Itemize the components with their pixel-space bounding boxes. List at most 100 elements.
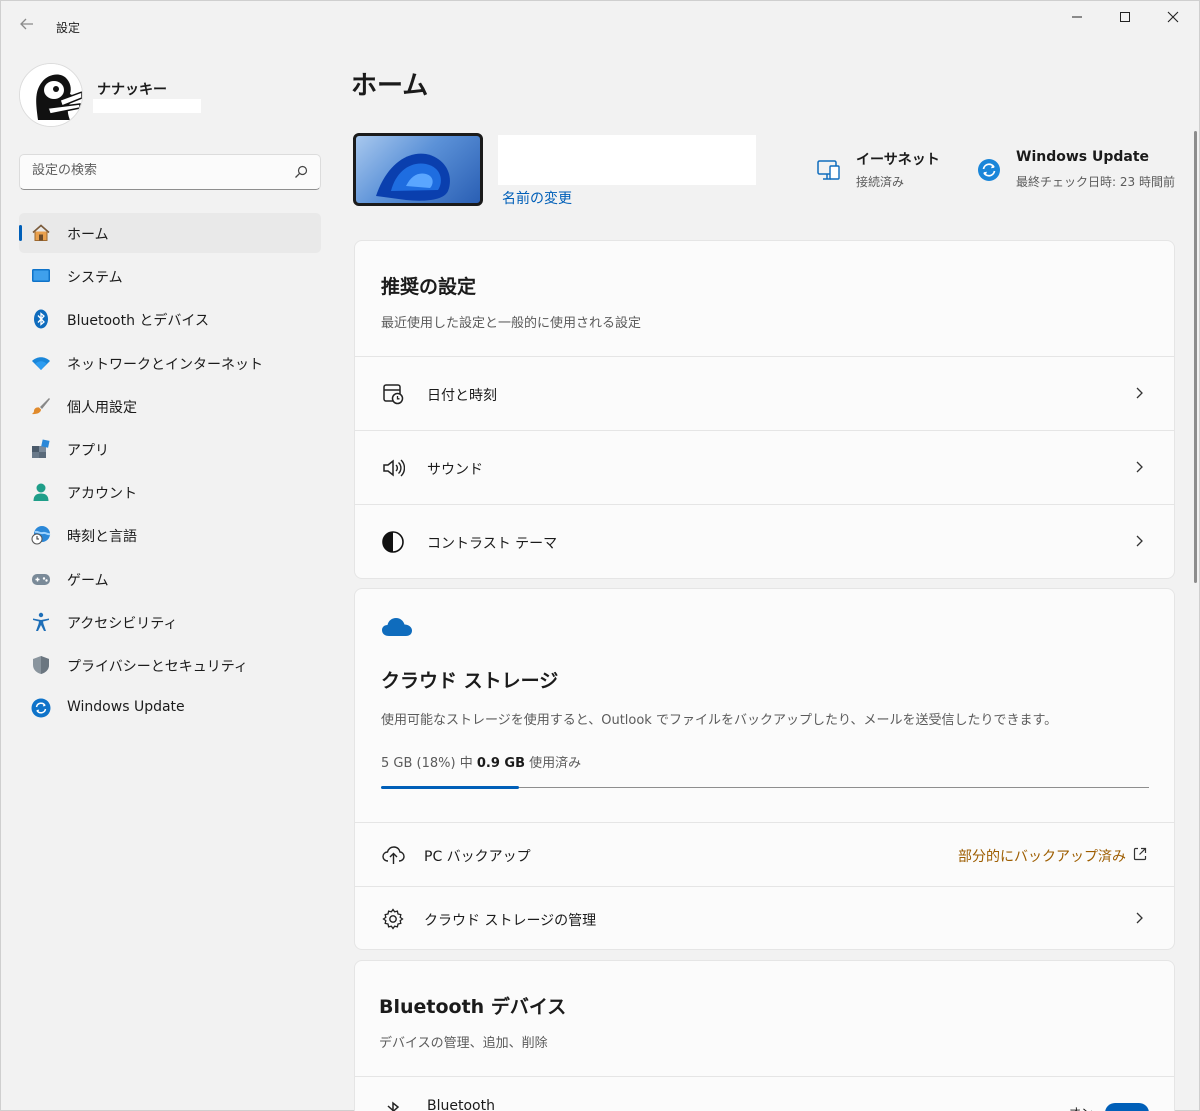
update-status-text: 最終チェック日時: 23 時間前 [1016, 175, 1175, 189]
sidebar-item-label: 個人用設定 [67, 399, 137, 416]
wifi-icon [32, 356, 50, 370]
row-label: 日付と時刻 [427, 388, 497, 404]
sidebar-item-label: ホーム [67, 227, 109, 243]
sidebar-item-time-language[interactable]: 時刻と言語 [19, 515, 321, 555]
avatar[interactable] [19, 63, 83, 127]
bluetooth-toggle-row[interactable]: Bluetooth オン [355, 1076, 1174, 1111]
time-language-icon [31, 526, 51, 545]
sidebar-item-label: Windows Update [67, 699, 185, 716]
row-label: PC バックアップ [424, 849, 531, 865]
sidebar-item-label: ネットワークとインターネット [67, 356, 263, 373]
windows-update-icon [31, 698, 51, 718]
sidebar-item-windows-update[interactable]: Windows Update [19, 688, 321, 728]
app-title: 設定 [56, 21, 81, 35]
sidebar-item-bluetooth[interactable]: Bluetooth とデバイス [19, 299, 321, 339]
bluetooth-toggle-switch[interactable] [1105, 1103, 1149, 1111]
sidebar-item-label: アプリ [67, 442, 109, 459]
bluetooth-icon [34, 309, 48, 329]
settings-window: 設定 ナナッキー 設定の検索 ホーム システム Bluetooth とデバイス … [0, 0, 1200, 1111]
sidebar-item-label: ゲーム [67, 572, 109, 589]
apps-icon [32, 439, 50, 458]
cloud-storage-card: クラウド ストレージ 使用可能なストレージを使用すると、Outlook でファイ… [354, 588, 1175, 950]
contrast-icon [382, 531, 404, 553]
account-icon [33, 483, 49, 502]
cloud-upload-icon [382, 846, 405, 864]
recommended-row-date-time[interactable]: 日付と時刻 [355, 356, 1174, 430]
sidebar-nav: ホーム システム Bluetooth とデバイス ネットワークとインターネット … [19, 213, 321, 731]
sidebar-item-label: Bluetooth とデバイス [67, 313, 209, 330]
device-wallpaper-thumbnail [353, 133, 483, 206]
settings-search[interactable] [19, 154, 321, 190]
main-scrollbar[interactable] [1194, 131, 1197, 583]
sidebar-item-accounts[interactable]: アカウント [19, 472, 321, 512]
bluetooth-devices-card: Bluetooth デバイス デバイスの管理、追加、削除 Bluetooth オ… [354, 960, 1175, 1111]
usage-suffix: 使用済み [524, 756, 582, 771]
sidebar-item-privacy[interactable]: プライバシーとセキュリティ [19, 645, 321, 685]
usage-prefix: 5 GB (18%) 中 [381, 756, 477, 771]
minimize-button[interactable] [1053, 1, 1101, 35]
recommended-row-contrast-theme[interactable]: コントラスト テーマ [355, 504, 1174, 578]
close-button[interactable] [1149, 1, 1197, 35]
maximize-button[interactable] [1101, 1, 1149, 35]
cloud-storage-usage: 5 GB (18%) 中 0.9 GB 使用済み [381, 752, 581, 771]
windows-update-icon [978, 159, 1000, 181]
update-title: Windows Update [1016, 149, 1150, 165]
shield-icon [33, 655, 49, 674]
ethernet-status-text: 接続済み [856, 175, 905, 189]
sidebar-item-label: アカウント [67, 486, 137, 503]
search-input[interactable] [32, 163, 282, 178]
cloud-storage-subtitle: 使用可能なストレージを使用すると、Outlook でファイルをバックアップしたり… [381, 713, 1058, 728]
usage-used: 0.9 GB [476, 756, 525, 771]
chevron-right-icon [1136, 461, 1143, 473]
chevron-right-icon [1136, 912, 1143, 924]
bluetooth-card-title: Bluetooth デバイス [379, 996, 567, 1018]
sidebar-item-accessibility[interactable]: アクセシビリティ [19, 602, 321, 642]
back-arrow-icon[interactable] [15, 15, 39, 39]
row-label: Bluetooth [427, 1098, 495, 1111]
recommended-settings-card: 推奨の設定 最近使用した設定と一般的に使用される設定 日付と時刻 サウンド コン… [354, 240, 1175, 579]
onedrive-cloud-icon [382, 618, 412, 636]
row-label: クラウド ストレージの管理 [424, 913, 597, 929]
chevron-right-icon [1136, 387, 1143, 399]
bluetooth-card-subtitle: デバイスの管理、追加、削除 [379, 1036, 548, 1051]
row-label: コントラスト テーマ [427, 536, 558, 552]
cloud-storage-title: クラウド ストレージ [381, 670, 559, 692]
cloud-row-manage-storage[interactable]: クラウド ストレージの管理 [355, 886, 1174, 950]
chevron-right-icon [1136, 535, 1143, 547]
bluetooth-icon [387, 1101, 400, 1111]
sidebar-item-personalization[interactable]: 個人用設定 [19, 386, 321, 426]
toggle-state-label: オン [1069, 1104, 1093, 1111]
cloud-row-pc-backup[interactable]: PC バックアップ 部分的にバックアップ済み [355, 822, 1174, 886]
sidebar-item-label: プライバシーとセキュリティ [67, 658, 248, 675]
ethernet-title: イーサネット [856, 152, 940, 168]
recommended-title: 推奨の設定 [381, 276, 477, 298]
recommended-row-sound[interactable]: サウンド [355, 430, 1174, 504]
open-external-icon[interactable] [1133, 847, 1147, 861]
home-icon [32, 224, 50, 241]
row-label: サウンド [427, 462, 483, 478]
clock-calendar-icon [383, 384, 404, 405]
profile-name: ナナッキー [97, 82, 167, 98]
gear-icon [382, 908, 404, 930]
sidebar-item-label: アクセシビリティ [67, 615, 178, 632]
rename-link[interactable]: 名前の変更 [502, 188, 572, 208]
sidebar-item-apps[interactable]: アプリ [19, 429, 321, 469]
sidebar-item-home[interactable]: ホーム [19, 213, 321, 253]
sidebar-item-gaming[interactable]: ゲーム [19, 559, 321, 599]
gamepad-icon [32, 573, 50, 585]
title-bar: 設定 [1, 1, 1199, 51]
sidebar-item-system[interactable]: システム [19, 256, 321, 296]
storage-progress-fill [381, 786, 520, 789]
page-title: ホーム [351, 71, 429, 101]
brush-icon [32, 397, 50, 414]
recommended-subtitle: 最近使用した設定と一般的に使用される設定 [381, 316, 642, 331]
system-icon [32, 269, 50, 283]
speaker-icon [383, 459, 405, 477]
device-name-redacted [498, 135, 756, 185]
profile-email-redacted [93, 99, 201, 113]
backup-status-link[interactable]: 部分的にバックアップ済み [958, 846, 1126, 866]
sidebar-item-network[interactable]: ネットワークとインターネット [19, 343, 321, 383]
ethernet-icon [817, 160, 840, 180]
storage-progress-bar [381, 786, 1149, 789]
search-icon[interactable] [294, 165, 308, 179]
